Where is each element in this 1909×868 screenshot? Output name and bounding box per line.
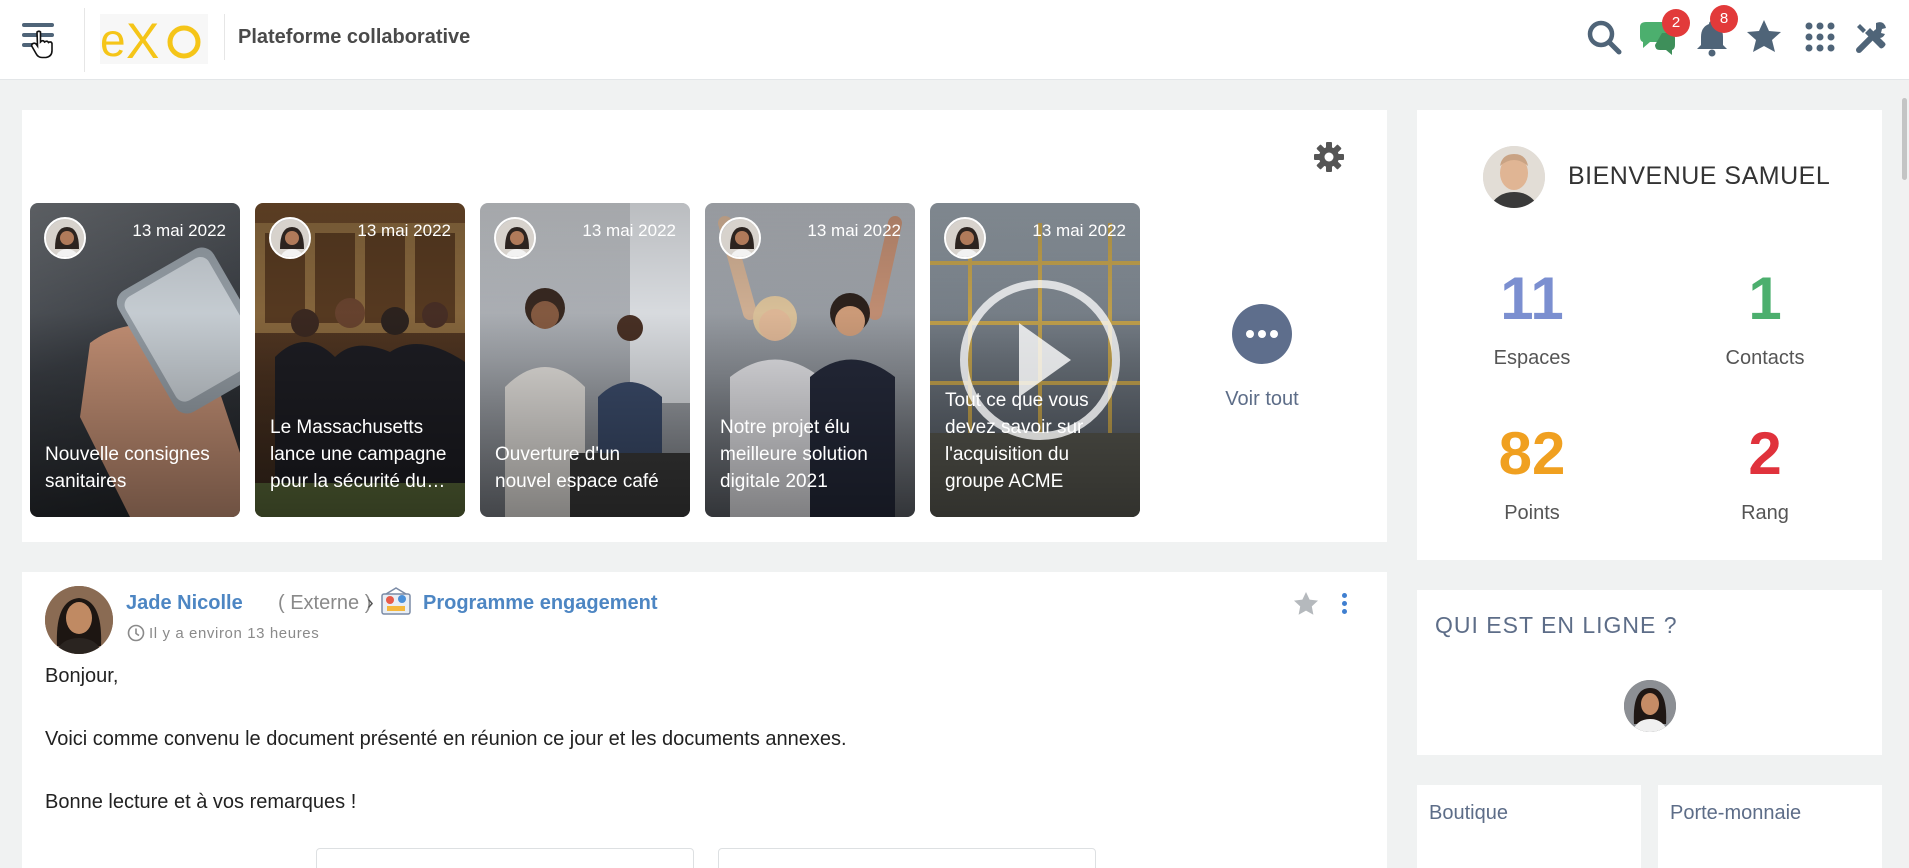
scrollbar-thumb[interactable]: [1902, 98, 1907, 180]
hamburger-icon: [22, 23, 54, 27]
see-all-label: Voir tout: [1225, 388, 1299, 410]
more-options-icon[interactable]: [1339, 592, 1349, 616]
exo-logo[interactable]: e X: [100, 14, 208, 64]
story-card[interactable]: 13 mai 2022 Ouverture d'un nouvel espace…: [480, 203, 690, 517]
stat-rank[interactable]: 2 Rang: [1665, 419, 1865, 525]
story-date: 13 mai 2022: [132, 221, 226, 240]
stat-value: 2: [1748, 420, 1782, 487]
apps-grid-icon: [1805, 22, 1835, 52]
story-title: Le Massachusetts lance une campagne pour…: [270, 417, 447, 492]
chat-badge: 2: [1662, 9, 1690, 37]
chat-button[interactable]: 2: [1636, 9, 1690, 57]
author-name-link[interactable]: Jade Nicolle: [126, 592, 243, 615]
story-date: 13 mai 2022: [582, 221, 676, 240]
wallet-widget-title: Porte-monnaie: [1670, 802, 1802, 824]
stat-value: 1: [1748, 265, 1782, 332]
who-is-online-title: QUI EST EN LIGNE ?: [1435, 612, 1678, 638]
gear-icon: [1314, 142, 1344, 172]
chevron-right-icon: ›: [367, 592, 374, 614]
welcome-widget: BIENVENUE SAMUEL 11 Espaces 1 Contacts 8…: [1417, 110, 1882, 560]
online-user-avatar[interactable]: [1624, 680, 1676, 732]
user-avatar[interactable]: [1483, 146, 1545, 208]
story-author-avatar: [44, 217, 86, 259]
notifications-button[interactable]: 8: [1692, 5, 1738, 57]
story-card[interactable]: 13 mai 2022 Nouvelle consignes sanitaire…: [30, 203, 240, 517]
clock-icon: [127, 624, 145, 642]
apps-grid-button[interactable]: [1800, 17, 1840, 57]
svg-text:X: X: [126, 14, 159, 64]
more-icon: [1232, 304, 1292, 364]
divider: [84, 8, 85, 72]
search-icon: [1587, 20, 1622, 55]
divider: [224, 14, 225, 60]
story-date: 13 mai 2022: [357, 221, 451, 240]
author-role: ( Externe ): [278, 592, 372, 614]
welcome-greeting: BIENVENUE SAMUEL: [1568, 162, 1831, 190]
space-name-link[interactable]: Programme engagement: [423, 592, 658, 615]
story-title: Tout ce que vous devez savoir sur l'acqu…: [945, 390, 1089, 492]
story-card-video[interactable]: 13 mai 2022 Tout ce que vous devez savoi…: [930, 203, 1140, 517]
story-author-avatar: [944, 217, 986, 259]
svg-text:e: e: [100, 14, 126, 64]
stat-points[interactable]: 82 Points: [1432, 419, 1632, 525]
admin-tools-button[interactable]: [1852, 17, 1892, 57]
favorite-star-icon[interactable]: [1292, 590, 1320, 618]
attachment-preview[interactable]: [316, 848, 694, 868]
who-is-online-widget: QUI EST EN LIGNE ?: [1417, 590, 1882, 755]
story-card[interactable]: 13 mai 2022 Notre projet élu meilleure s…: [705, 203, 915, 517]
author-avatar[interactable]: [45, 586, 113, 654]
news-stories-panel: 13 mai 2022 Nouvelle consignes sanitaire…: [22, 110, 1387, 542]
see-all-button[interactable]: Voir tout: [1192, 304, 1332, 411]
story-title: Notre projet élu meilleure solution digi…: [720, 417, 868, 492]
story-title: Ouverture d'un nouvel espace café: [495, 444, 659, 492]
favorites-button[interactable]: [1744, 17, 1784, 57]
hand-cursor-icon: [30, 30, 53, 59]
story-date: 13 mai 2022: [1032, 221, 1126, 240]
attachment-preview[interactable]: [718, 848, 1096, 868]
star-icon: [1747, 20, 1781, 52]
activity-post: Jade Nicolle ( Externe ) › Programme eng…: [22, 572, 1387, 868]
post-paragraph: Voici comme convenu le document présenté…: [45, 728, 847, 750]
top-bar: e X Plateforme collaborative 2 8: [0, 0, 1909, 80]
settings-button[interactable]: [1312, 140, 1346, 174]
stat-label: Espaces: [1493, 347, 1571, 369]
stat-value: 11: [1500, 265, 1564, 332]
story-author-avatar: [269, 217, 311, 259]
story-author-avatar: [494, 217, 536, 259]
post-time: Il y a environ 13 heures: [149, 625, 320, 642]
page-scrollbar[interactable]: [1900, 80, 1909, 868]
stat-label: Contacts: [1725, 347, 1805, 369]
story-author-avatar: [719, 217, 761, 259]
hamburger-menu-button[interactable]: [18, 20, 58, 60]
platform-title: Plateforme collaborative: [238, 26, 471, 48]
space-icon: [381, 587, 411, 615]
story-title: Nouvelle consignes sanitaires: [45, 444, 210, 492]
shop-widget[interactable]: Boutique: [1417, 785, 1641, 868]
search-button[interactable]: [1584, 17, 1624, 57]
stat-contacts[interactable]: 1 Contacts: [1665, 264, 1865, 370]
stat-label: Rang: [1741, 502, 1789, 524]
shop-widget-title: Boutique: [1429, 802, 1508, 824]
story-date: 13 mai 2022: [807, 221, 901, 240]
notifications-badge: 8: [1710, 5, 1738, 33]
stat-spaces[interactable]: 11 Espaces: [1432, 264, 1632, 370]
stat-label: Points: [1504, 502, 1560, 524]
stat-value: 82: [1498, 420, 1566, 487]
post-paragraph: Bonne lecture et à vos remarques !: [45, 791, 357, 813]
post-paragraph: Bonjour,: [45, 665, 119, 687]
wallet-widget[interactable]: Porte-monnaie: [1658, 785, 1882, 868]
admin-tools-icon: [1856, 22, 1886, 53]
story-card[interactable]: 13 mai 2022 Le Massachusetts lance une c…: [255, 203, 465, 517]
